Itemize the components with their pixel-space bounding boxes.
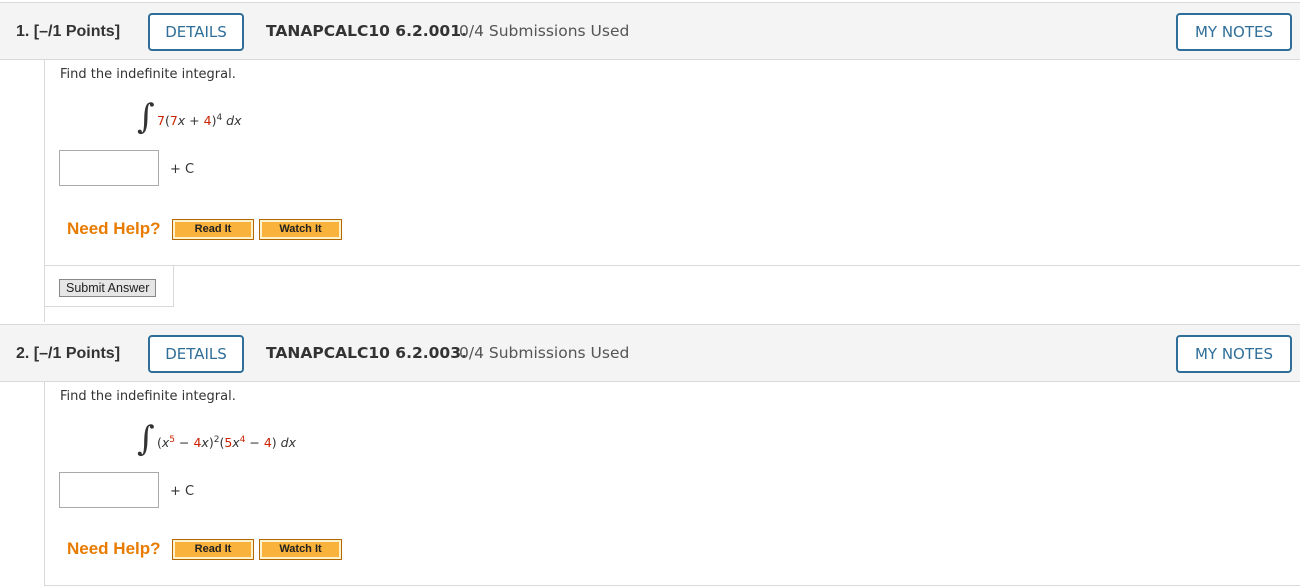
- integral-sign: ∫: [137, 97, 155, 137]
- math-var: x: [201, 435, 209, 451]
- question-code: TANAPCALC10 6.2.001.: [266, 22, 467, 40]
- need-help-label: Need Help?: [67, 219, 161, 238]
- plus-c-label: + C: [170, 484, 195, 499]
- answer-input[interactable]: [59, 472, 159, 508]
- plus-c-label: + C: [170, 162, 195, 177]
- submit-answer-button[interactable]: Submit Answer: [59, 279, 157, 297]
- math-const: 4: [263, 435, 272, 451]
- read-it-button[interactable]: Read It: [172, 539, 254, 560]
- my-notes-button[interactable]: MY NOTES: [1176, 335, 1292, 373]
- submissions-used: 0/4 Submissions Used: [459, 22, 630, 40]
- submissions-used: 0/4 Submissions Used: [459, 344, 630, 362]
- integral-sign: ∫: [137, 419, 155, 459]
- question-1-header: 1. [–/1 Points] DETAILS TANAPCALC10 6.2.…: [0, 2, 1300, 60]
- math-dx: dx: [276, 435, 296, 451]
- question-2-points: 2. [–/1 Points]: [16, 345, 120, 363]
- details-button[interactable]: DETAILS: [148, 335, 244, 373]
- question-2-header: 2. [–/1 Points] DETAILS TANAPCALC10 6.2.…: [0, 324, 1300, 382]
- watch-it-button[interactable]: Watch It: [259, 539, 342, 560]
- math-dx: dx: [222, 113, 242, 129]
- watch-it-button[interactable]: Watch It: [259, 219, 342, 240]
- question-1-body: Find the indefinite integral. ∫ 7(7x + 4…: [44, 60, 1300, 322]
- question-code: TANAPCALC10 6.2.003.: [266, 344, 467, 362]
- integrand-expression: (x5 − 4x)2(5x4 − 4) dx: [157, 435, 296, 450]
- math-op: −: [245, 435, 264, 451]
- question-number: 1.: [16, 23, 30, 40]
- question-prompt: Find the indefinite integral.: [60, 389, 236, 404]
- question-prompt: Find the indefinite integral.: [60, 67, 236, 82]
- math-coef: 7: [169, 113, 178, 129]
- read-it-button[interactable]: Read It: [172, 219, 254, 240]
- details-button[interactable]: DETAILS: [148, 13, 244, 51]
- math-op: +: [185, 113, 204, 129]
- question-number: 2.: [16, 345, 30, 362]
- my-notes-button[interactable]: MY NOTES: [1176, 13, 1292, 51]
- math-coef: 7: [157, 113, 165, 129]
- math-var: x: [232, 435, 240, 451]
- integrand-expression: 7(7x + 4)4 dx: [157, 113, 242, 128]
- submit-tab: Submit Answer: [45, 265, 174, 307]
- question-2-body: Find the indefinite integral. ∫ (x5 − 4x…: [44, 382, 1300, 586]
- points-label: [–/1 Points]: [33, 345, 121, 362]
- math-op: −: [175, 435, 194, 451]
- answer-input[interactable]: [59, 150, 159, 186]
- question-1-points: 1. [–/1 Points]: [16, 23, 120, 41]
- submit-tab-divider: [174, 265, 1300, 266]
- points-label: [–/1 Points]: [33, 23, 121, 40]
- need-help-label: Need Help?: [67, 539, 161, 558]
- math-const: 4: [203, 113, 212, 129]
